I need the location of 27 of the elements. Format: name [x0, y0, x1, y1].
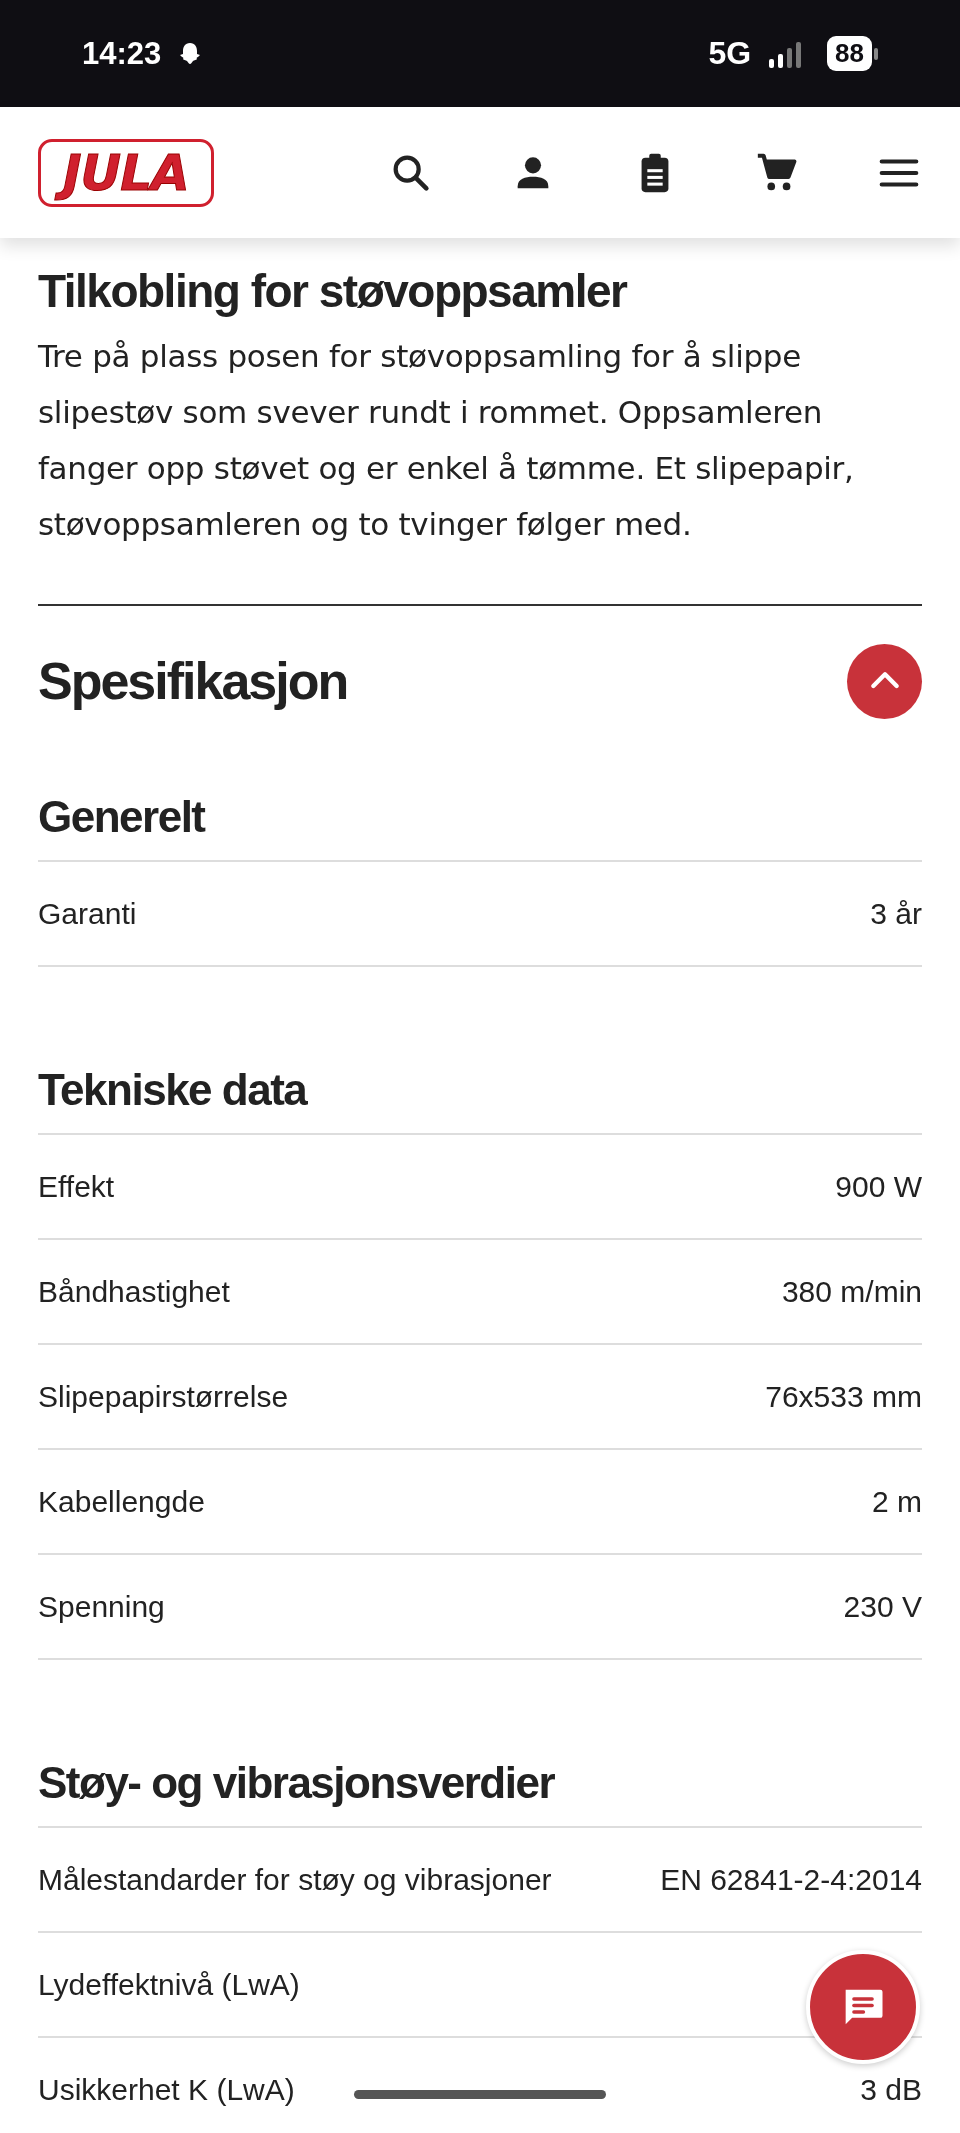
network-label: 5G — [708, 35, 752, 72]
spec-value: 3 dB — [860, 2072, 922, 2107]
clock: 14:23 — [82, 35, 162, 72]
spec-value: EN 62841-2-4:2014 — [660, 1862, 922, 1897]
spec-value: 76x533 mm — [765, 1379, 922, 1414]
spec-label: Lydeffektnivå (LwA) — [38, 1967, 300, 2002]
spec-value: 230 V — [843, 1589, 922, 1624]
battery-indicator: 88 — [827, 36, 872, 71]
spec-label: Spenning — [38, 1589, 165, 1624]
spec-value: 3 år — [870, 896, 922, 931]
spec-label: Målestandarder for støy og vibrasjoner — [38, 1862, 552, 1897]
group-heading: Støy- og vibrasjonsverdier — [38, 1758, 556, 1808]
logo[interactable]: JULA — [38, 138, 214, 207]
section-heading: Tilkobling for støvoppsamler — [38, 264, 628, 318]
section-heading: Spesifikasjon — [38, 651, 348, 711]
spec-value: 900 W — [835, 1169, 922, 1204]
group-heading: Tekniske data — [38, 1065, 309, 1115]
spec-label: Usikkerhet K (LwA) — [38, 2072, 295, 2107]
spec-label: Kabellengde — [38, 1484, 205, 1519]
spec-label: Garanti — [38, 896, 137, 931]
description-text: Tre på plass posen for støvoppsamling for å slippe slipestøv som svever rundt i rommet. Oppsamleren fanger opp støvet og er enkel å tømme. Et slipepapir, støvoppsamleren og to tvinger følger med. — [38, 337, 855, 544]
spec-label: Effekt — [38, 1169, 115, 1204]
spec-value: 2 m — [872, 1484, 922, 1519]
group-heading: Generelt — [38, 792, 207, 842]
spec-label: Slipepapirstørrelse — [38, 1379, 289, 1414]
spec-label: Båndhastighet — [38, 1274, 230, 1309]
spec-value: 380 m/min — [781, 1274, 922, 1309]
